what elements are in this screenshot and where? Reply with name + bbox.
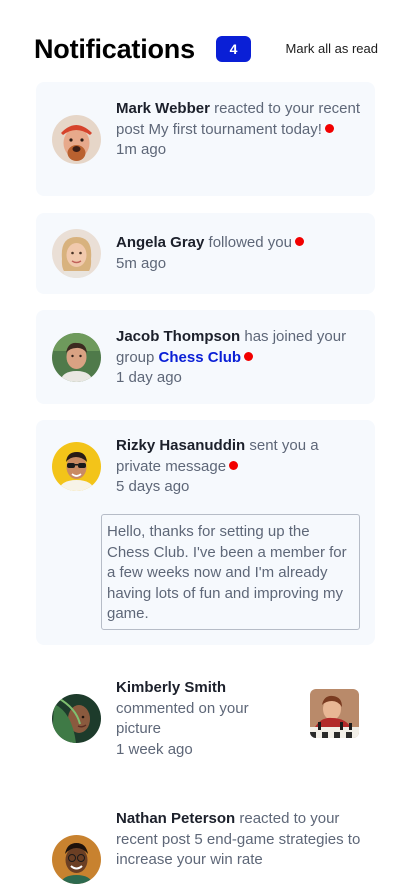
notification-action: commented on your picture — [116, 699, 249, 738]
notification-content: Kimberly Smith commented on your picture… — [116, 678, 296, 760]
avatar-icon[interactable] — [52, 229, 101, 278]
unread-count-badge: 4 — [216, 36, 251, 62]
timestamp: 1 week ago — [116, 740, 193, 758]
notification-content: Nathan Peterson reacted to your recent p… — [116, 809, 362, 871]
post-title-link[interactable]: My first tournament today! — [149, 121, 322, 138]
avatar-icon[interactable] — [52, 694, 101, 743]
notification-item[interactable]: Jacob Thompson has joined your group Che… — [36, 310, 375, 404]
timestamp: 5 days ago — [116, 478, 190, 495]
avatar-icon[interactable] — [52, 333, 101, 382]
mark-all-as-read-button[interactable]: Mark all as read — [286, 41, 378, 56]
user-name-link[interactable]: Rizky Hasanuddin — [116, 437, 245, 454]
notification-item[interactable]: Nathan Peterson reacted to your recent p… — [36, 795, 375, 887]
notification-item[interactable]: Angela Gray followed you 5m ago — [36, 213, 375, 294]
unread-indicator — [294, 237, 304, 246]
notification-action: followed you — [208, 234, 292, 251]
chess-picture-thumbnail[interactable] — [310, 689, 359, 738]
notification-item[interactable]: Kimberly Smith commented on your picture… — [36, 665, 375, 779]
timestamp: 1 day ago — [116, 369, 182, 386]
user-name-link[interactable]: Kimberly Smith — [116, 679, 226, 696]
notifications-header: Notifications 4 Mark all as read — [34, 34, 378, 68]
notification-item[interactable]: Mark Webber reacted to your recent post … — [36, 82, 375, 196]
unread-indicator — [244, 351, 254, 361]
notification-content: Rizky Hasanuddin sent you a private mess… — [116, 436, 362, 498]
notification-item[interactable]: Rizky Hasanuddin sent you a private mess… — [36, 420, 375, 645]
user-name-link[interactable]: Nathan Peterson — [116, 810, 235, 827]
avatar-icon[interactable] — [52, 115, 101, 164]
group-link[interactable]: Chess Club — [159, 349, 242, 366]
notification-content: Angela Gray followed you 5m ago — [116, 233, 362, 274]
unread-indicator — [229, 460, 239, 470]
avatar-icon[interactable] — [52, 835, 101, 884]
private-message-preview[interactable]: Hello, thanks for setting up the Chess C… — [101, 514, 360, 630]
page-title: Notifications — [34, 34, 195, 64]
user-name-link[interactable]: Angela Gray — [116, 234, 204, 251]
notification-content: Mark Webber reacted to your recent post … — [116, 99, 362, 161]
timestamp: 1m ago — [116, 141, 167, 158]
unread-indicator — [324, 123, 334, 133]
timestamp: 5m ago — [116, 254, 167, 272]
user-name-link[interactable]: Jacob Thompson — [116, 328, 240, 345]
notification-content: Jacob Thompson has joined your group Che… — [116, 327, 362, 389]
user-name-link[interactable]: Mark Webber — [116, 100, 210, 117]
avatar-icon[interactable] — [52, 442, 101, 491]
